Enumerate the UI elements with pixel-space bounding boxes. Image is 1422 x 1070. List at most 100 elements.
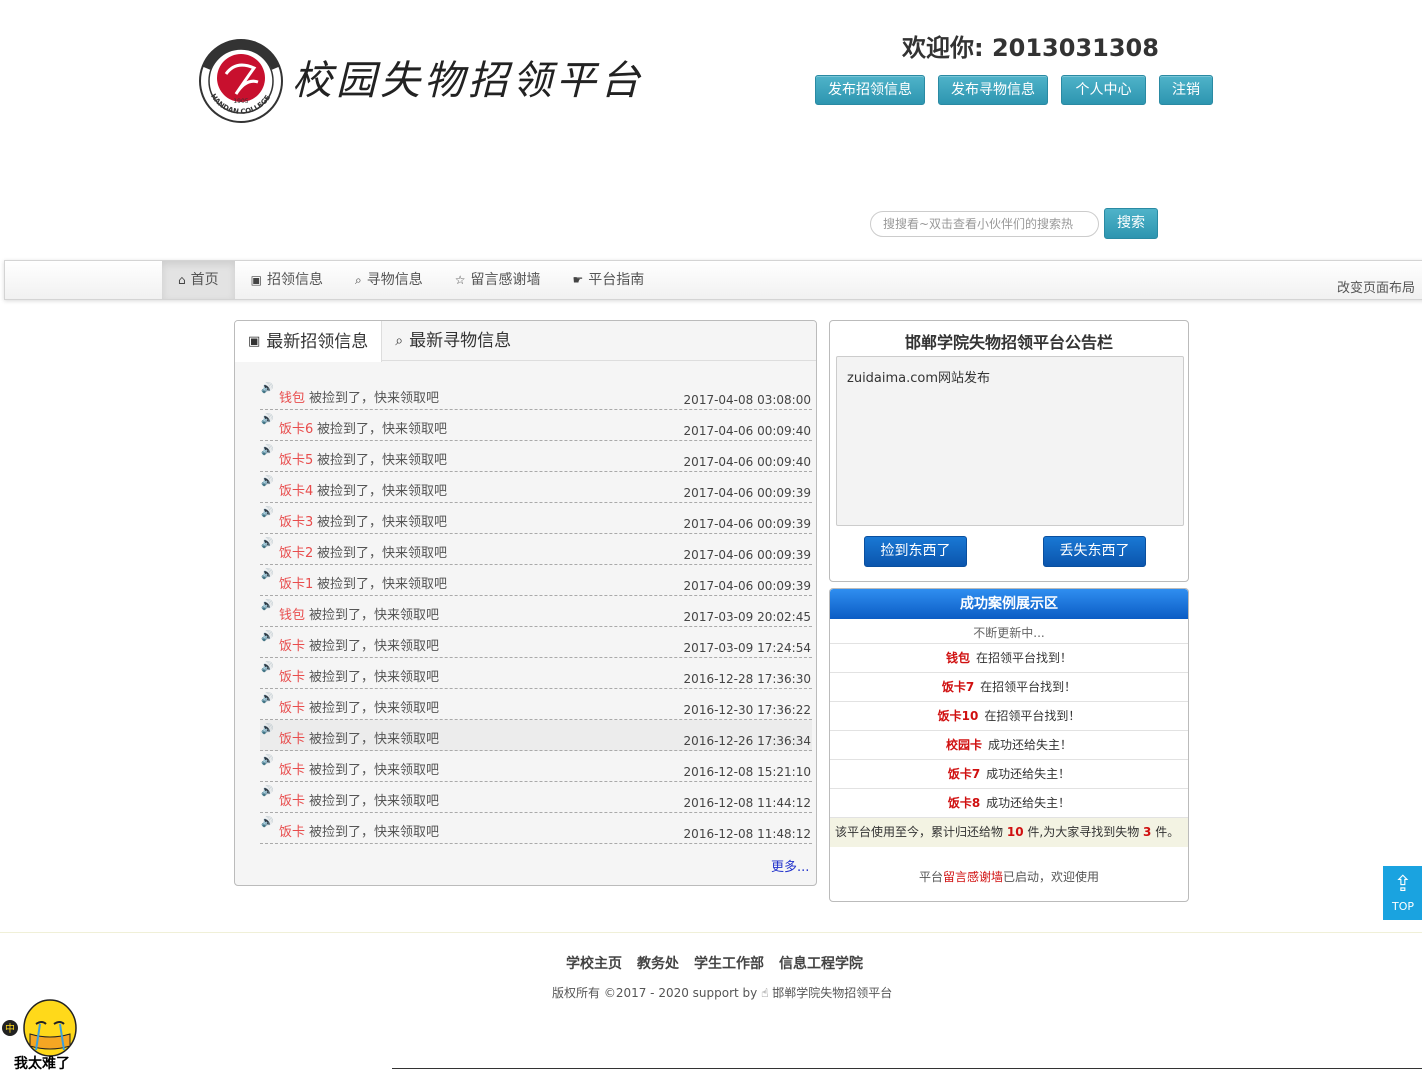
found-list: 🔊 钱包 2017-04-08 03:08:00 被捡到了，快来领取吧 🔊 饭卡6 2017… xyxy=(260,379,812,844)
item-date: 2017-04-06 00:09:39 xyxy=(683,579,811,593)
item-name[interactable]: 饭卡5 xyxy=(279,449,313,468)
case-row: 饭卡7 在招领平台找到！ xyxy=(830,673,1188,702)
speaker-icon: 🔊 xyxy=(261,569,274,580)
footer-link-student[interactable]: 学生工作部 xyxy=(694,953,764,973)
speaker-icon: 🔊 xyxy=(261,631,274,642)
speaker-icon: 🔊 xyxy=(261,724,274,735)
footer-link-academic[interactable]: 教务处 xyxy=(637,953,679,973)
case-text: 在招领平台找到！ xyxy=(976,651,1073,665)
list-item[interactable]: 🔊 饭卡 2016-12-28 17:36:30 被捡到了，快来领取吧 xyxy=(260,658,812,689)
guest-suffix: 已启动，欢迎使用 xyxy=(1003,870,1100,884)
zoom-icon: ⌕ xyxy=(395,333,404,349)
search-button[interactable]: 搜索 xyxy=(1104,208,1158,239)
bottom-border xyxy=(392,1068,1422,1069)
case-row: 钱包 在招领平台找到！ xyxy=(830,644,1188,673)
found-something-button[interactable]: 捡到东西了 xyxy=(864,536,967,567)
lost-something-button[interactable]: 丢失东西了 xyxy=(1043,536,1146,567)
list-item[interactable]: 🔊 饭卡5 2017-04-06 00:09:40 被捡到了，快来领取吧 xyxy=(260,441,812,472)
list-item[interactable]: 🔊 饭卡 2016-12-08 15:21:10 被捡到了，快来领取吧 xyxy=(260,751,812,782)
case-text: 成功还给失主！ xyxy=(988,738,1073,752)
speaker-icon: 🔊 xyxy=(261,755,274,766)
item-date: 2017-04-06 00:09:40 xyxy=(683,455,811,469)
list-item[interactable]: 🔊 饭卡1 2017-04-06 00:09:39 被捡到了，快来领取吧 xyxy=(260,565,812,596)
zoom-icon: ⌕ xyxy=(354,273,362,287)
item-name[interactable]: 饭卡 xyxy=(279,790,305,809)
cases-subtitle: 不断更新中... xyxy=(830,619,1188,644)
nav-found-info-label: 招领信息 xyxy=(266,272,323,288)
case-item[interactable]: 饭卡10 xyxy=(938,709,979,723)
item-name[interactable]: 饭卡 xyxy=(279,635,305,654)
case-item[interactable]: 钱包 xyxy=(946,651,970,665)
item-name[interactable]: 饭卡 xyxy=(279,697,305,716)
item-name[interactable]: 饭卡3 xyxy=(279,511,313,530)
nav-lost-info[interactable]: ⌕ 寻物信息 xyxy=(339,261,439,299)
list-item[interactable]: 🔊 饭卡3 2017-04-06 00:09:39 被捡到了，快来领取吧 xyxy=(260,503,812,534)
footer-link-info-eng[interactable]: 信息工程学院 xyxy=(779,953,863,973)
case-row: 饭卡8 成功还给失主！ xyxy=(830,789,1188,818)
item-name[interactable]: 饭卡 xyxy=(279,728,305,747)
nav-guide[interactable]: ☛ 平台指南 xyxy=(556,261,660,299)
mascot-badge: 中 xyxy=(5,1022,15,1035)
publish-found-button[interactable]: 发布招领信息 xyxy=(815,75,925,105)
list-item[interactable]: 🔊 钱包 2017-03-09 20:02:45 被捡到了，快来领取吧 xyxy=(260,596,812,627)
speaker-icon: 🔊 xyxy=(261,600,274,611)
nav-lost-info-label: 寻物信息 xyxy=(366,272,423,288)
more-link[interactable]: 更多... xyxy=(771,856,809,875)
back-to-top-button[interactable]: ⇪ TOP xyxy=(1383,866,1422,920)
item-name[interactable]: 钱包 xyxy=(279,604,305,623)
item-name[interactable]: 饭卡6 xyxy=(279,418,313,437)
item-name[interactable]: 饭卡4 xyxy=(279,480,313,499)
item-date: 2016-12-30 17:36:22 xyxy=(683,703,811,717)
personal-center-button[interactable]: 个人中心 xyxy=(1061,75,1146,105)
logout-button[interactable]: 注销 xyxy=(1159,75,1213,105)
list-item[interactable]: 🔊 饭卡 2016-12-08 11:48:12 被捡到了，快来领取吧 xyxy=(260,813,812,844)
search-input[interactable]: 搜搜看~双击查看小伙伴们的搜索热 xyxy=(870,211,1099,237)
list-item[interactable]: 🔊 饭卡 2017-03-09 17:24:54 被捡到了，快来领取吧 xyxy=(260,627,812,658)
footer-link-school[interactable]: 学校主页 xyxy=(566,953,622,973)
list-item[interactable]: 🔊 饭卡2 2017-04-06 00:09:39 被捡到了，快来领取吧 xyxy=(260,534,812,565)
nav-thanks-wall[interactable]: ☆ 留言感谢墙 xyxy=(439,261,557,299)
nav-home[interactable]: ⌂ 首页 xyxy=(162,261,235,299)
item-name[interactable]: 饭卡 xyxy=(279,759,305,778)
copyright-pre: 版权所有 ©2017 - 2020 support by xyxy=(552,986,758,1000)
tab-latest-found[interactable]: ▣ 最新招领信息 xyxy=(235,321,383,362)
item-name[interactable]: 饭卡1 xyxy=(279,573,313,592)
publish-lost-button[interactable]: 发布寻物信息 xyxy=(938,75,1048,105)
cases-title: 成功案例展示区 xyxy=(830,589,1188,619)
list-item[interactable]: 🔊 饭卡 2016-12-08 11:44:12 被捡到了，快来领取吧 xyxy=(260,782,812,813)
notice-body: zuidaima.com网站发布 xyxy=(836,356,1184,526)
notice-title: 邯郸学院失物招领平台公告栏 xyxy=(904,333,1113,352)
item-name[interactable]: 饭卡2 xyxy=(279,542,313,561)
stats-suffix: 件。 xyxy=(1155,825,1180,839)
main-navbar: ⌂ 首页 ▣ 招领信息 ⌕ 寻物信息 ☆ 留言感谢墙 ☛ 平台指南 xyxy=(4,260,1422,300)
item-name[interactable]: 饭卡 xyxy=(279,666,305,685)
list-item[interactable]: 🔊 钱包 2017-04-08 03:08:00 被捡到了，快来领取吧 xyxy=(260,379,812,410)
case-item[interactable]: 饭卡7 xyxy=(942,680,974,694)
thanks-wall-link[interactable]: 留言感谢墙 xyxy=(943,870,1003,884)
case-item[interactable]: 饭卡7 xyxy=(948,767,980,781)
item-name[interactable]: 钱包 xyxy=(279,387,305,406)
case-item[interactable]: 校园卡 xyxy=(946,738,982,752)
stats-mid: 件,为大家寻找到失物 xyxy=(1027,825,1140,839)
list-item[interactable]: 🔊 饭卡6 2017-04-06 00:09:40 被捡到了，快来领取吧 xyxy=(260,410,812,441)
item-suffix: 被捡到了，快来领取吧 xyxy=(317,515,448,530)
speaker-icon: 🔊 xyxy=(261,383,274,394)
speaker-icon: 🔊 xyxy=(261,693,274,704)
case-text: 在招领平台找到！ xyxy=(984,709,1081,723)
item-name[interactable]: 饭卡 xyxy=(279,821,305,840)
item-date: 2016-12-28 17:36:30 xyxy=(683,672,811,686)
copyright: 版权所有 ©2017 - 2020 support by ☝ 邯郸学院失物招领平… xyxy=(552,984,892,1001)
list-item[interactable]: 🔊 饭卡 2016-12-30 17:36:22 被捡到了，快来领取吧 xyxy=(260,689,812,720)
case-item[interactable]: 饭卡8 xyxy=(948,796,980,810)
nav-found-info[interactable]: ▣ 招领信息 xyxy=(235,261,339,299)
item-suffix: 被捡到了，快来领取吧 xyxy=(309,639,440,654)
tab-latest-lost[interactable]: ⌕ 最新寻物信息 xyxy=(382,321,524,361)
list-item[interactable]: 🔊 饭卡 2016-12-26 17:36:34 被捡到了，快来领取吧 xyxy=(260,720,812,751)
change-layout-link[interactable]: 改变页面布局 xyxy=(1337,277,1415,296)
case-row: 饭卡7 成功还给失主！ xyxy=(830,760,1188,789)
item-date: 2016-12-08 11:44:12 xyxy=(683,796,811,810)
item-date: 2017-04-06 00:09:39 xyxy=(683,517,811,531)
item-date: 2017-04-06 00:09:39 xyxy=(683,486,811,500)
item-suffix: 被捡到了，快来领取吧 xyxy=(309,670,440,685)
list-item[interactable]: 🔊 饭卡4 2017-04-06 00:09:39 被捡到了，快来领取吧 xyxy=(260,472,812,503)
